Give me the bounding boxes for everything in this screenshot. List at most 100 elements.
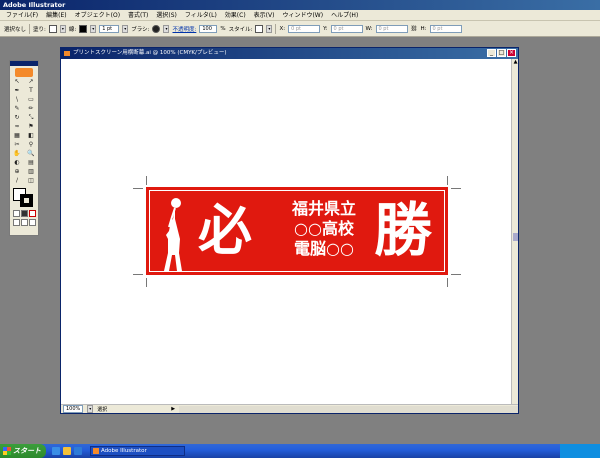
link-icon[interactable]: ⛓ [411, 26, 418, 32]
normal-screen-mode-button[interactable] [12, 219, 20, 226]
zoom-tool-icon[interactable]: ∕ [11, 177, 23, 185]
start-button[interactable]: スタート [0, 444, 46, 458]
symbol-sprayer-tool-icon[interactable]: ▦ [11, 132, 23, 140]
eyedropper-tool-icon[interactable]: ✋ [11, 150, 23, 158]
menu-select[interactable]: 選択(S) [152, 10, 181, 21]
fill-swatch[interactable] [48, 24, 57, 33]
style-label: スタイル: [228, 26, 253, 33]
w-field[interactable]: 0 pt [375, 24, 408, 33]
stroke-swatch[interactable] [79, 24, 88, 33]
crop-mark [133, 274, 143, 275]
vertical-scrollbar[interactable]: ▲ [511, 59, 518, 406]
y-field[interactable]: 0 pt [330, 24, 363, 33]
separator [275, 23, 277, 34]
selection-tool-icon[interactable]: ↖ [11, 78, 23, 86]
free-transform-tool-icon[interactable]: ⚑ [25, 123, 37, 131]
status-bar: 100% ▾ 選択 ▶ [61, 404, 518, 413]
crop-mark [447, 176, 448, 185]
menu-type[interactable]: 書式(T) [124, 10, 152, 21]
menu-effect[interactable]: 効果(C) [221, 10, 250, 21]
scroll-up-icon[interactable]: ▲ [512, 59, 519, 66]
brush-dropdown[interactable]: ▾ [163, 24, 170, 33]
brush-label: ブラシ: [131, 26, 150, 33]
document-icon [64, 51, 70, 56]
rectangle-tool-icon[interactable]: ▭ [25, 96, 37, 104]
stroke-weight-field[interactable]: 1 pt [99, 24, 120, 33]
color-mode-button[interactable] [12, 210, 20, 217]
gradient-tool-icon[interactable]: ⚲ [25, 141, 37, 149]
banner-kanji-left: 必 [198, 198, 252, 262]
pencil-tool-icon[interactable]: ✏ [25, 105, 37, 113]
menu-filter[interactable]: フィルタ(L) [181, 10, 221, 21]
menu-edit[interactable]: 編集(E) [42, 10, 70, 21]
live-paint-tool-icon[interactable]: ◐ [11, 159, 23, 167]
zoom-field[interactable]: 100% [63, 405, 84, 413]
stroke-color-box[interactable] [20, 194, 33, 207]
menu-file[interactable]: ファイル(F) [2, 10, 42, 21]
menu-help[interactable]: ヘルプ(H) [327, 10, 362, 21]
blend-tool-icon[interactable]: 🔍 [25, 150, 37, 158]
browser-icon[interactable] [74, 447, 82, 455]
rotate-tool-icon[interactable]: ↻ [11, 114, 23, 122]
h-field[interactable]: 0 pt [429, 24, 462, 33]
control-bar: 選択なし 塗り: ▾ 線: ▾ 1 pt ▾ ブラシ: ▾ 不透明度: 100 … [0, 21, 600, 37]
app-title: Adobe Illustrator [3, 1, 66, 9]
basketball-player-icon [164, 198, 182, 271]
crop-mark [451, 188, 461, 189]
maximize-button[interactable]: □ [497, 49, 506, 57]
scroll-thumb[interactable] [513, 233, 518, 241]
tool-palette-titlebar[interactable] [10, 61, 38, 66]
minimize-button[interactable]: _ [487, 49, 496, 57]
paintbrush-tool-icon[interactable]: ✎ [11, 105, 23, 113]
taskbar-illustrator-button[interactable]: Adobe Illustrator [90, 446, 185, 456]
banner-artwork[interactable]: 必 福井県立 ○○高校 電脳○○ 勝 [146, 187, 448, 275]
status-arrow-icon[interactable]: ▶ [171, 406, 175, 412]
type-tool-icon[interactable]: T [25, 87, 37, 95]
full-screen-menubar-button[interactable] [28, 219, 36, 226]
document-titlebar[interactable]: プリントスクリーン用横断幕.ai @ 100% (CMYK/プレビュー) _ □… [61, 48, 518, 59]
brush-icon[interactable] [152, 24, 161, 33]
pen-tool-icon[interactable]: ✒ [11, 87, 23, 95]
stroke-weight-dropdown[interactable]: ▾ [122, 24, 129, 33]
line-tool-icon[interactable]: \ [11, 96, 23, 104]
opacity-field[interactable]: 100 [199, 24, 218, 33]
scissors-tool-icon[interactable]: ⊕ [11, 168, 23, 176]
fill-dropdown[interactable]: ▾ [59, 24, 66, 33]
menu-window[interactable]: ウィンドウ(W) [278, 10, 327, 21]
desktop-icon[interactable] [52, 447, 60, 455]
measure-tool-icon[interactable]: ◫ [25, 177, 37, 185]
opacity-label[interactable]: 不透明度: [172, 25, 196, 33]
graph-tool-icon[interactable]: ◧ [25, 132, 37, 140]
mesh-tool-icon[interactable]: ✂ [11, 141, 23, 149]
menu-bar: ファイル(F) 編集(E) オブジェクト(O) 書式(T) 選択(S) フィルタ… [0, 10, 600, 21]
app-title-bar: Adobe Illustrator [0, 0, 600, 10]
document-window: プリントスクリーン用横断幕.ai @ 100% (CMYK/プレビュー) _ □… [60, 47, 519, 414]
status-text[interactable]: 選択 [97, 406, 167, 413]
style-swatch[interactable] [255, 24, 264, 33]
crop-mark [133, 188, 143, 189]
gradient-mode-button[interactable] [20, 210, 28, 217]
x-field[interactable]: 0 pt [288, 24, 321, 33]
none-mode-button[interactable] [28, 210, 36, 217]
menu-object[interactable]: オブジェクト(O) [71, 10, 124, 21]
stroke-dropdown[interactable]: ▾ [90, 24, 97, 33]
style-dropdown[interactable]: ▾ [266, 24, 273, 33]
warp-tool-icon[interactable]: ≈ [11, 123, 23, 131]
banner-line-2: ○○高校 [294, 219, 354, 238]
zoom-dropdown[interactable]: ▾ [87, 405, 94, 413]
full-screen-mode-button[interactable] [20, 219, 28, 226]
horizontal-scrollbar[interactable] [179, 405, 518, 413]
windows-flag-icon [3, 447, 11, 455]
separator [29, 23, 31, 34]
selection-status: 選択なし [4, 26, 27, 33]
scale-tool-icon[interactable]: ⤡ [25, 114, 37, 122]
close-button[interactable]: × [507, 49, 516, 57]
banner-school-text: 福井県立 ○○高校 電脳○○ [284, 199, 364, 259]
direct-selection-tool-icon[interactable]: ↗ [25, 78, 37, 86]
slice-tool-icon[interactable]: ▤ [25, 159, 37, 167]
fill-stroke-widget [13, 188, 35, 208]
menu-view[interactable]: 表示(V) [250, 10, 279, 21]
hand-tool-icon[interactable]: ▥ [25, 168, 37, 176]
stroke-label: 線: [68, 26, 77, 33]
folder-icon[interactable] [63, 447, 71, 455]
